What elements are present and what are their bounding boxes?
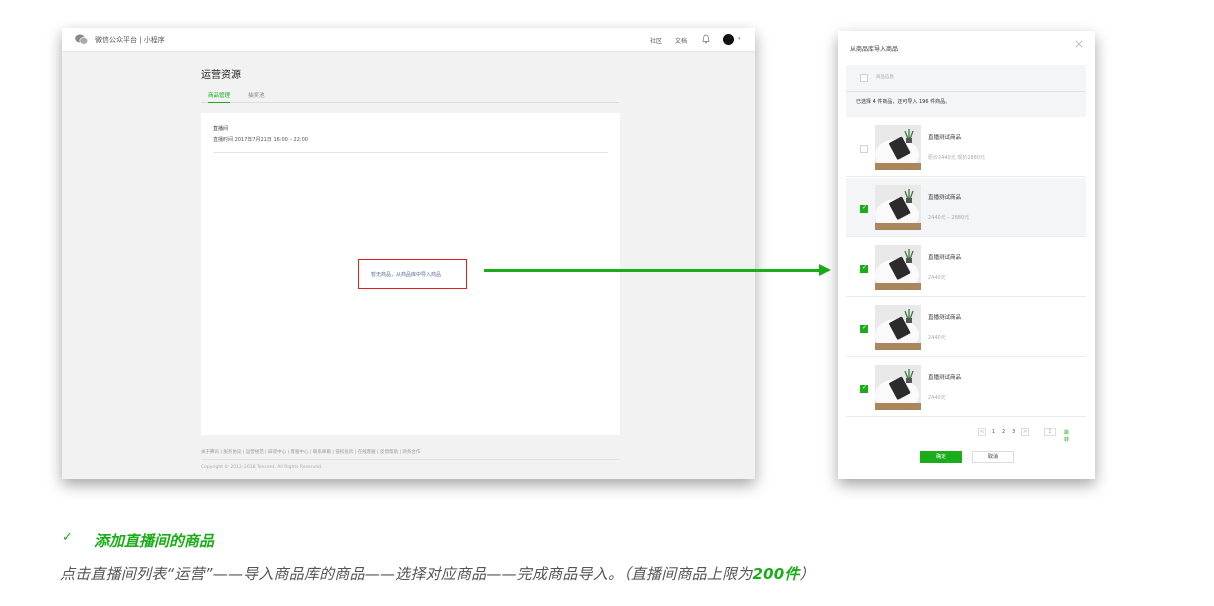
product-thumbnail [875,245,921,290]
footer-links[interactable]: 关于腾讯 | 服务协议 | 运营规范 | 辟谣中心 | 客服中心 | 联系邮箱 … [201,449,420,455]
product-row[interactable]: 直播测试商品 原价2440元 现价2880元 [846,118,1086,177]
product-thumbnail [875,365,921,410]
live-room-card: 直播间 直播时间 2017年7月21日 16:00 – 22:00 暂无商品，从… [201,113,620,435]
product-list-header: 商品信息 已选择 4 件商品，还可导入 196 件商品。 [846,65,1086,117]
avatar[interactable] [723,34,734,45]
divider [213,152,608,153]
product-name: 直播测试商品 [928,315,962,321]
selection-summary: 已选择 4 件商品，还可导入 196 件商品。 [856,99,951,105]
import-products-link[interactable]: 暂无商品，从商品库中导入商品 [371,271,441,278]
product-checkbox[interactable] [860,324,868,333]
product-thumbnail [875,305,921,350]
product-price: 原价2440元 现价2880元 [928,155,986,161]
docs-link[interactable]: 文档 [675,36,687,45]
product-price: 2440元 [928,335,946,341]
product-name: 直播测试商品 [928,255,962,261]
step-description-text: 点击直播间列表“运营”——导入商品库的商品——选择对应商品——完成商品导入。（直… [60,565,753,583]
product-price: 2440元 [928,395,946,401]
product-name: 直播测试商品 [928,195,962,201]
product-checkbox[interactable] [860,204,868,213]
cancel-button[interactable]: 取消 [972,451,1014,463]
top-nav-bar: 微信公众平台 | 小程序 社区 文档 ▾ [62,28,755,52]
select-all-checkbox[interactable] [860,74,868,82]
product-limit: 200件 [752,565,800,583]
close-icon[interactable]: × [1074,38,1084,50]
divider [846,91,1086,92]
product-photo-icon [875,305,921,350]
product-photo-icon [875,185,921,230]
product-photo-icon [875,365,921,410]
prev-page-button[interactable]: < [978,428,986,436]
product-row[interactable]: 直播测试商品 2440元 [846,298,1086,357]
wechat-logo-icon [75,34,88,45]
product-price: 2440元 [928,275,946,281]
page-2-link[interactable]: 2 [1002,429,1005,435]
product-name: 直播测试商品 [928,375,962,381]
product-photo-icon [875,125,921,170]
product-name: 直播测试商品 [928,135,962,141]
step-description-end: ） [799,565,815,583]
page-title: 运营资源 [201,70,241,81]
product-row[interactable]: 直播测试商品 2440元 [846,358,1086,417]
product-price: 2440元 – 2880元 [928,215,970,221]
arrow-right-icon [819,264,831,276]
product-thumbnail [875,185,921,230]
tab-product-management[interactable]: 商品管理 [208,91,231,103]
product-checkbox[interactable] [860,145,868,153]
page-1-link[interactable]: 1 [992,429,995,435]
tab-bar: 商品管理 抽奖池 [201,91,619,103]
product-photo-icon [875,245,921,290]
column-header-product-info: 商品信息 [876,75,894,80]
dialog-title: 从商品库导入商品 [850,46,899,53]
tab-lottery-pool[interactable]: 抽奖池 [248,91,265,102]
community-link[interactable]: 社区 [650,36,662,45]
product-row[interactable]: 直播测试商品 2440元 – 2880元 [846,178,1086,237]
slide: 微信公众平台 | 小程序 社区 文档 ▾ 运营资源 商品管理 抽奖池 直播间 直… [0,0,1214,606]
live-room-title: 直播间 [213,126,229,132]
bell-icon[interactable] [702,34,710,44]
product-checkbox[interactable] [860,384,868,393]
step-title: 添加直播间的商品 [94,532,215,550]
highlight-box: 暂无商品，从商品库中导入商品 [358,259,467,289]
product-thumbnail [875,125,921,170]
confirm-button[interactable]: 确定 [920,451,962,463]
product-checkbox[interactable] [860,264,868,273]
platform-title: 微信公众平台 | 小程序 [95,36,165,44]
product-row[interactable]: 直播测试商品 2440元 [846,238,1086,297]
page-jump-input[interactable]: 1 [1044,428,1056,436]
flow-arrow-line [484,269,821,272]
divider [201,459,620,460]
import-products-dialog: 从商品库导入商品 × 商品信息 已选择 4 件商品，还可导入 196 件商品。 … [838,31,1095,479]
page-jump-button[interactable]: 跳转 [1064,429,1069,443]
next-page-button[interactable]: > [1021,428,1029,436]
checkmark-icon: ✓ [62,530,73,545]
operation-resources-page: 微信公众平台 | 小程序 社区 文档 ▾ 运营资源 商品管理 抽奖池 直播间 直… [62,28,755,479]
page-3-link[interactable]: 3 [1012,429,1015,435]
copyright: Copyright © 2012–2018 Tencent. All Right… [201,465,323,470]
step-description: 点击直播间列表“运营”——导入商品库的商品——选择对应商品——完成商品导入。（直… [60,563,815,584]
chevron-down-icon[interactable]: ▾ [738,36,741,42]
live-room-time: 直播时间 2017年7月21日 16:00 – 22:00 [213,137,308,143]
